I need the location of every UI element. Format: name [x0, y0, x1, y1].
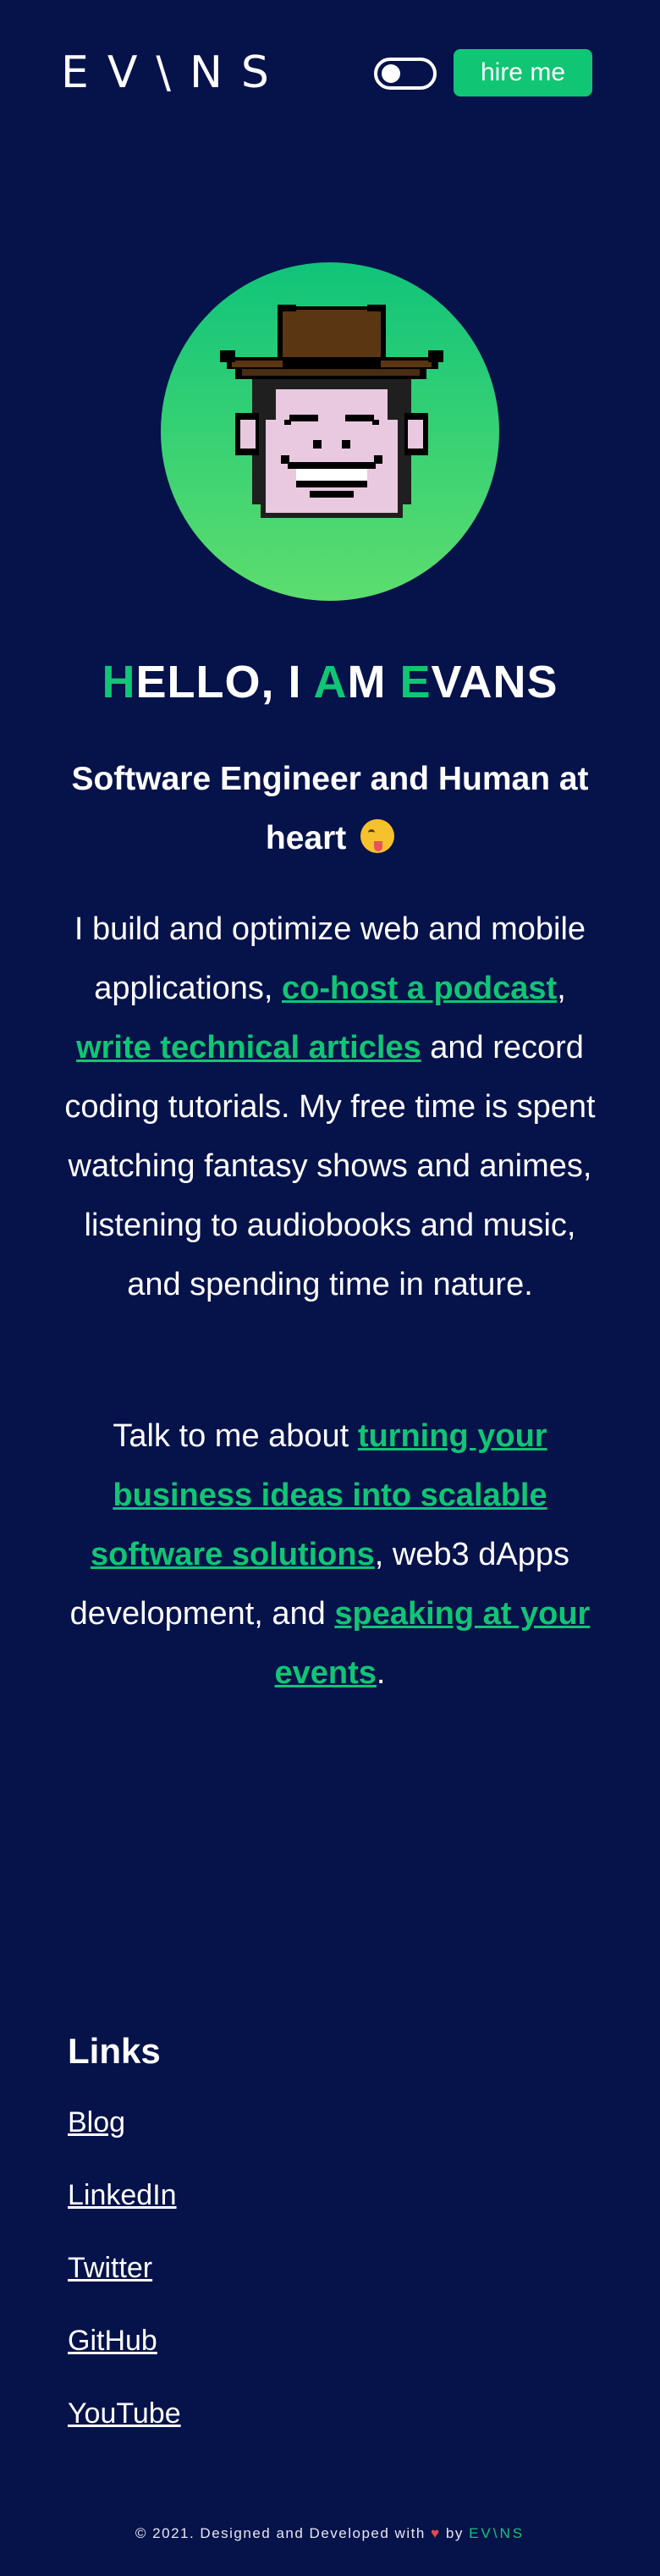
- title-initial-a: A: [313, 657, 348, 707]
- theme-toggle[interactable]: [374, 58, 437, 90]
- links-heading: Links: [68, 2031, 161, 2071]
- p1-text-3: and record coding tutorials. My free tim…: [64, 1030, 596, 1302]
- list-item: YouTube: [68, 2395, 181, 2468]
- toggle-knob: [382, 64, 400, 83]
- twitter-link[interactable]: Twitter: [68, 2252, 152, 2284]
- avatar: [161, 262, 499, 601]
- title-initial-h: H: [102, 657, 136, 707]
- p2-text-3: .: [376, 1655, 386, 1691]
- site-header: EV\NS hire me: [0, 0, 660, 144]
- title-part-2: M: [347, 657, 400, 707]
- pixel-monkey-icon: [220, 305, 443, 518]
- p2-text-1: Talk to me about: [113, 1418, 358, 1454]
- footer-by: by: [445, 2525, 464, 2541]
- zany-face-icon: [360, 819, 395, 853]
- subtitle-text: Software Engineer and Human at heart: [71, 761, 589, 856]
- youtube-link[interactable]: YouTube: [68, 2397, 181, 2430]
- list-item: LinkedIn: [68, 2177, 181, 2249]
- linkedin-link[interactable]: LinkedIn: [68, 2179, 177, 2211]
- site-footer: © 2021. Designed and Developed with ♥ by…: [0, 2525, 660, 2542]
- github-link[interactable]: GitHub: [68, 2325, 157, 2357]
- title-initial-e: E: [399, 657, 432, 707]
- hero-subtitle: Software Engineer and Human at heart: [68, 750, 592, 868]
- logo[interactable]: EV\NS: [61, 47, 288, 98]
- list-item: GitHub: [68, 2322, 181, 2395]
- list-item: Twitter: [68, 2249, 181, 2322]
- articles-link[interactable]: write technical articles: [76, 1030, 421, 1065]
- about-paragraph-1: I build and optimize web and mobile appl…: [64, 900, 596, 1314]
- links-list: Blog LinkedIn Twitter GitHub YouTube: [68, 2104, 181, 2468]
- footer-text: © 2021. Designed and Developed with: [135, 2525, 426, 2541]
- heart-icon: ♥: [431, 2525, 441, 2541]
- list-item: Blog: [68, 2104, 181, 2177]
- p1-text-2: ,: [557, 971, 566, 1006]
- about-paragraph-2: Talk to me about turning your business i…: [64, 1406, 596, 1703]
- podcast-link[interactable]: co-host a podcast: [282, 971, 557, 1006]
- hero-title: HELLO, I AM EVANS: [0, 652, 660, 713]
- title-part-3: VANS: [431, 657, 558, 707]
- title-part-1: ELLO, I: [135, 657, 314, 707]
- hire-me-button[interactable]: hire me: [454, 49, 592, 96]
- blog-link[interactable]: Blog: [68, 2106, 125, 2138]
- footer-brand[interactable]: EV\NS: [469, 2525, 525, 2541]
